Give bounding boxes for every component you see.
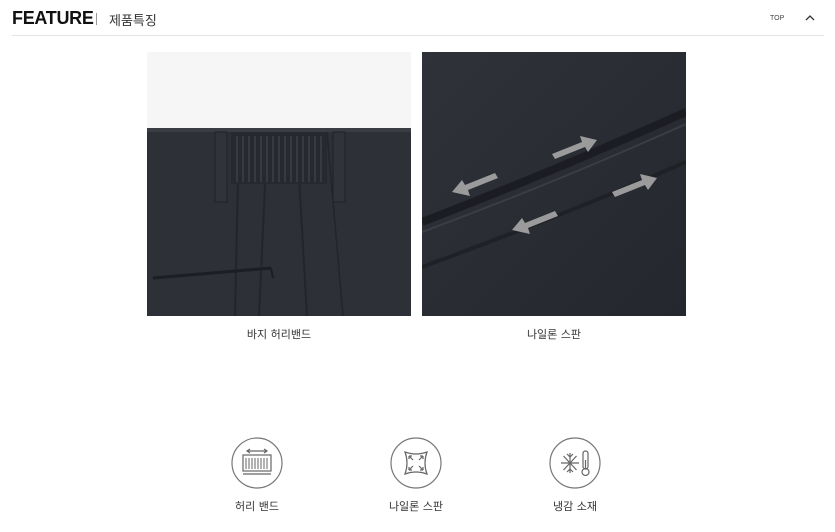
stretch-icon: [390, 437, 442, 489]
section-subtitle: 제품특징: [109, 14, 157, 29]
waistband-photo: [147, 52, 411, 316]
waistband-photo-caption: 바지 허리밴드: [246, 328, 312, 341]
title-divider: [96, 13, 97, 25]
header-divider: [12, 35, 824, 36]
feature-stretch-label: 나일론 스판: [388, 500, 444, 513]
nylon-stretch-photo: [422, 52, 686, 316]
feature-stretch: 나일론 스판: [366, 436, 466, 514]
feature-waistband: 허리 밴드: [207, 436, 307, 514]
feature-cooling: 냉감 소재: [525, 436, 625, 514]
feature-waistband-label: 허리 밴드: [235, 500, 279, 513]
top-link[interactable]: TOP: [770, 15, 784, 22]
feature-cooling-label: 냉감 소재: [553, 500, 597, 513]
section-title: FEATURE: [12, 8, 94, 28]
cooling-icon: [549, 437, 601, 489]
section-header: FEATURE 제품특징 TOP: [0, 0, 835, 36]
chevron-up-icon[interactable]: [804, 12, 816, 24]
nylon-stretch-photo-caption: 나일론 스판: [526, 328, 582, 341]
waistband-icon: [231, 437, 283, 489]
